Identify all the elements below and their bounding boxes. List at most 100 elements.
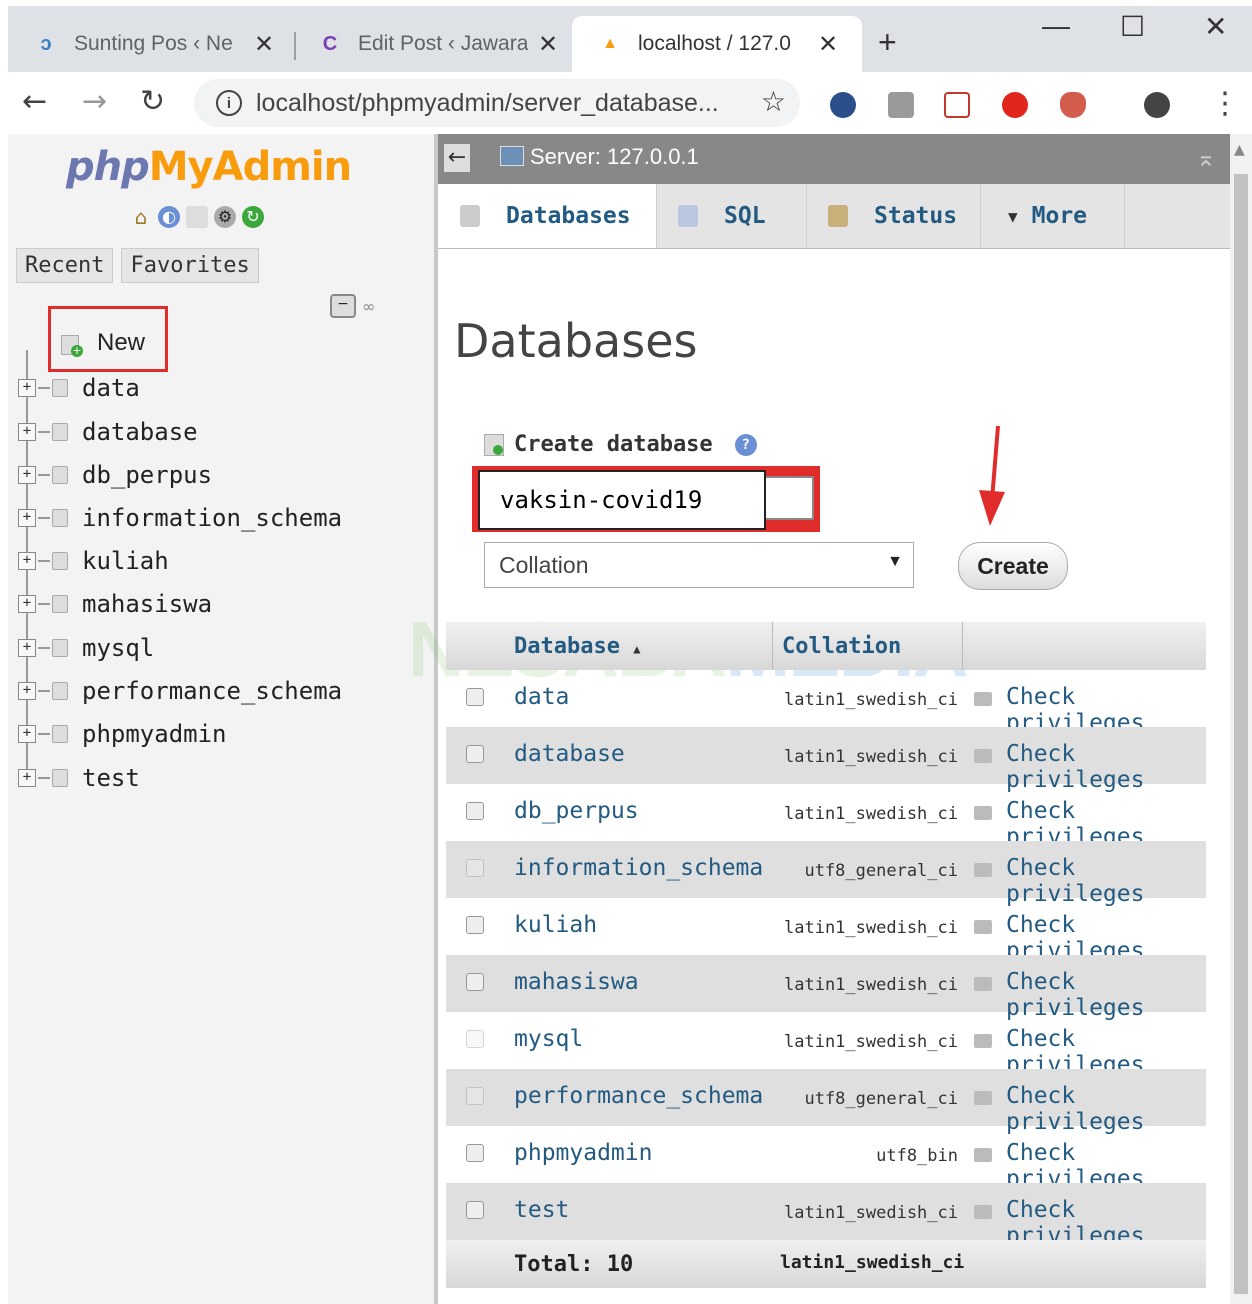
expand-icon[interactable]: + [18,639,36,657]
back-arrow-icon[interactable]: ← [22,84,47,119]
create-database-header: Create database ? [484,432,757,457]
table-row: mysql latin1_swedish_ci Check privileges [446,1012,1206,1078]
expand-icon[interactable]: + [18,509,36,527]
address-bar[interactable]: i localhost/phpmyadmin/server_database..… [194,79,800,127]
bug-extension-icon[interactable] [1060,92,1086,118]
row-checkbox[interactable] [466,1201,484,1219]
scroll-up-icon[interactable]: ▲ [1234,142,1245,158]
tree-node-mahasiswa[interactable]: + mahasiswa [18,586,212,622]
tab-more[interactable]: ▼ More [980,184,1124,248]
tab-label: Status [874,203,958,229]
browser-menu-icon[interactable]: ⋮ [1210,86,1240,121]
scrollbar-thumb[interactable] [1234,174,1248,1294]
database-link[interactable]: mysql [514,1026,583,1052]
server-breadcrumb[interactable]: Server: 127.0.0.1 [500,144,699,170]
reload-nav-icon[interactable]: ↻ [242,206,264,228]
collation-select[interactable]: Collation ▼ [484,542,914,588]
home-icon[interactable]: ⌂ [130,206,152,228]
tab-status[interactable]: Status [806,184,980,248]
row-checkbox[interactable] [466,916,484,934]
new-tab-button[interactable]: + [878,24,897,61]
database-name-input[interactable] [478,470,766,530]
tab-sql[interactable]: SQL [656,184,806,248]
database-link[interactable]: information_schema [514,855,763,881]
nav-tabs: Recent Favorites [16,248,259,283]
camera-extension-icon[interactable] [888,92,914,118]
expand-icon[interactable]: + [18,379,36,397]
database-link[interactable]: performance_schema [514,1083,763,1109]
database-icon [52,639,68,657]
close-window-button[interactable]: ✕ [1204,10,1227,43]
database-link[interactable]: mahasiswa [514,969,639,995]
browser-tab-sunting[interactable]: ↄ Sunting Pos ‹ Ne ✕ [8,16,288,72]
row-checkbox[interactable] [466,1144,484,1162]
database-link[interactable]: test [514,1197,569,1223]
expand-icon[interactable]: + [18,423,36,441]
server-icon [500,146,524,166]
database-icon [52,423,68,441]
profile-avatar[interactable] [1144,92,1170,118]
expand-icon[interactable]: + [18,466,36,484]
maximize-button[interactable]: ☐ [1120,10,1145,43]
reload-icon[interactable]: ↻ [140,84,165,119]
recent-tab[interactable]: Recent [16,248,114,283]
tree-node-data[interactable]: + data [18,370,140,406]
total-label: Total: 10 [514,1252,634,1277]
phpmyadmin-logo[interactable]: phpMyAdmin [66,144,352,190]
favorites-tab[interactable]: Favorites [121,248,259,283]
column-header-collation[interactable]: Collation [782,634,901,659]
new-label: New [97,329,146,356]
site-info-icon[interactable]: i [216,90,242,116]
expand-icon[interactable]: + [18,769,36,787]
browser-tab-localhost[interactable]: ▲ localhost / 127.0 ✕ [572,16,862,72]
database-link[interactable]: database [514,741,625,767]
docs-icon[interactable] [186,206,208,228]
row-checkbox[interactable] [466,688,484,706]
collapse-top-icon[interactable]: ⌅ [1196,144,1216,172]
link-icon[interactable]: ∞ [362,297,375,316]
expand-icon[interactable]: + [18,552,36,570]
extension-icon[interactable] [830,92,856,118]
expand-icon[interactable]: + [18,725,36,743]
close-tab-icon[interactable]: ✕ [538,30,558,59]
bookmark-star-icon[interactable]: ☆ [761,85,786,118]
minimize-button[interactable]: — [1042,10,1070,42]
forward-arrow-icon[interactable]: → [82,84,107,119]
pocket-extension-icon[interactable] [944,92,970,118]
tree-node-database[interactable]: + database [18,414,198,450]
tree-node-kuliah[interactable]: + kuliah [18,543,169,579]
tree-node-db-perpus[interactable]: + db_perpus [18,457,212,493]
help-icon[interactable]: ? [734,433,757,456]
expand-icon[interactable]: + [18,682,36,700]
settings-gear-icon[interactable]: ⚙ [214,206,236,228]
database-link[interactable]: kuliah [514,912,597,938]
database-link[interactable]: db_perpus [514,798,639,824]
collapse-all-icon[interactable]: − [330,294,356,318]
tree-node-performance-schema[interactable]: + performance_schema [18,673,342,709]
tab-databases[interactable]: Databases [438,184,656,248]
browser-tab-edit-post[interactable]: C Edit Post ‹ Jawara ✕ [292,16,572,72]
tree-node-phpmyadmin[interactable]: + phpmyadmin [18,716,227,752]
create-button[interactable]: Create [958,542,1068,590]
column-header-database[interactable]: Database ▲ [514,634,640,659]
row-checkbox[interactable] [466,973,484,991]
close-tab-icon[interactable]: ✕ [254,30,274,59]
database-link[interactable]: phpmyadmin [514,1140,652,1166]
tree-node-mysql[interactable]: + mysql [18,630,154,666]
status-icon [828,205,848,227]
table-row: test latin1_swedish_ci Check privileges [446,1183,1206,1249]
database-link[interactable]: data [514,684,569,710]
main-scrollbar[interactable]: ▲ [1230,134,1252,1304]
logout-icon[interactable]: ◐ [158,206,180,228]
row-checkbox[interactable] [466,745,484,763]
tree-node-test[interactable]: + test [18,760,140,796]
new-database-node[interactable]: + New [48,306,168,372]
expand-icon[interactable]: + [18,595,36,613]
opera-extension-icon[interactable] [1002,92,1028,118]
collapse-nav-arrow-icon[interactable]: ← [444,144,470,172]
row-checkbox[interactable] [466,802,484,820]
close-tab-icon[interactable]: ✕ [818,30,838,59]
table-row: db_perpus latin1_swedish_ci Check privileg… [446,784,1206,850]
collation-cell: utf8_general_ci [804,861,958,881]
tree-node-information-schema[interactable]: + information_schema [18,500,342,536]
